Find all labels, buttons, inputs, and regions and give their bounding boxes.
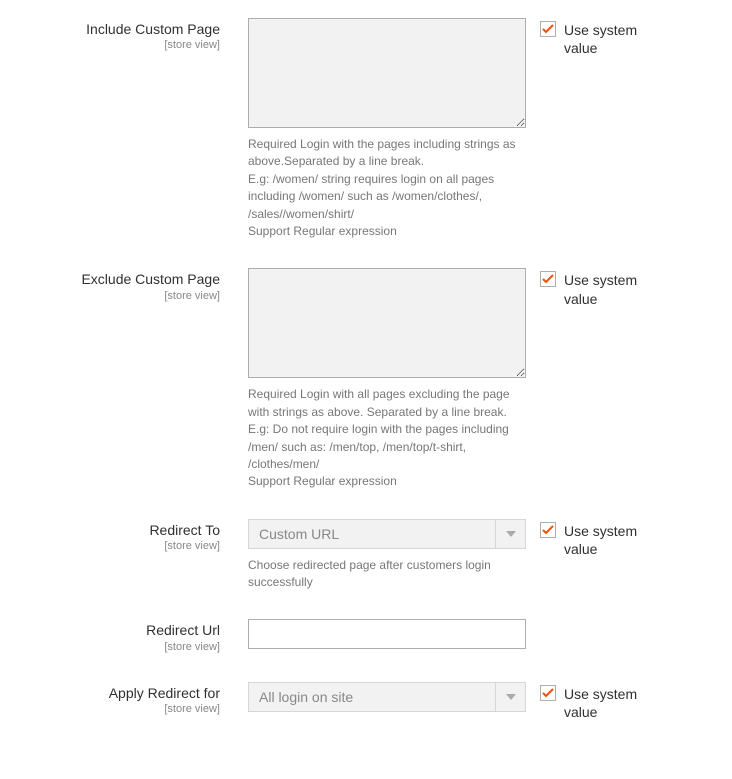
check-icon <box>542 525 554 535</box>
scope-exclude-custom-page: [store view] <box>0 289 220 303</box>
label-apply-redirect-for: Apply Redirect for <box>0 684 220 702</box>
label-redirect-url: Redirect Url <box>0 621 220 639</box>
help-include-custom-page: Required Login with the pages including … <box>248 136 526 240</box>
use-system-value-label-include: Use system value <box>564 21 674 57</box>
redirect-to-value: Custom URL <box>249 520 495 548</box>
apply-redirect-for-arrow <box>495 683 525 711</box>
include-custom-page-textarea[interactable] <box>248 18 526 128</box>
check-icon <box>542 24 554 34</box>
exclude-custom-page-textarea[interactable] <box>248 268 526 378</box>
scope-redirect-url: [store view] <box>0 640 220 654</box>
use-system-value-checkbox-apply-redirect[interactable] <box>540 685 556 701</box>
redirect-url-input[interactable] <box>248 619 526 649</box>
row-include-custom-page: Include Custom Page [store view] Require… <box>0 18 732 240</box>
label-redirect-to: Redirect To <box>0 521 220 539</box>
use-system-value-checkbox-redirect-to[interactable] <box>540 522 556 538</box>
redirect-to-select[interactable]: Custom URL <box>248 519 526 549</box>
scope-redirect-to: [store view] <box>0 539 220 553</box>
help-exclude-custom-page: Required Login with all pages excluding … <box>248 386 526 490</box>
chevron-down-icon <box>506 694 516 700</box>
redirect-to-arrow <box>495 520 525 548</box>
row-redirect-to: Redirect To [store view] Custom URL Choo… <box>0 519 732 592</box>
label-exclude-custom-page: Exclude Custom Page <box>0 270 220 288</box>
use-system-value-label-exclude: Use system value <box>564 271 674 307</box>
use-system-value-checkbox-include[interactable] <box>540 21 556 37</box>
use-system-value-label-redirect-to: Use system value <box>564 522 674 558</box>
check-icon <box>542 274 554 284</box>
help-redirect-to: Choose redirected page after customers l… <box>248 557 526 592</box>
row-exclude-custom-page: Exclude Custom Page [store view] Require… <box>0 268 732 490</box>
apply-redirect-for-value: All login on site <box>249 683 495 711</box>
chevron-down-icon <box>506 531 516 537</box>
apply-redirect-for-select[interactable]: All login on site <box>248 682 526 712</box>
label-include-custom-page: Include Custom Page <box>0 20 220 38</box>
row-redirect-url: Redirect Url [store view] <box>0 619 732 653</box>
use-system-value-checkbox-exclude[interactable] <box>540 271 556 287</box>
scope-include-custom-page: [store view] <box>0 38 220 52</box>
use-system-value-label-apply-redirect: Use system value <box>564 685 674 721</box>
check-icon <box>542 688 554 698</box>
scope-apply-redirect-for: [store view] <box>0 702 220 716</box>
row-apply-redirect-for: Apply Redirect for [store view] All logi… <box>0 682 732 721</box>
